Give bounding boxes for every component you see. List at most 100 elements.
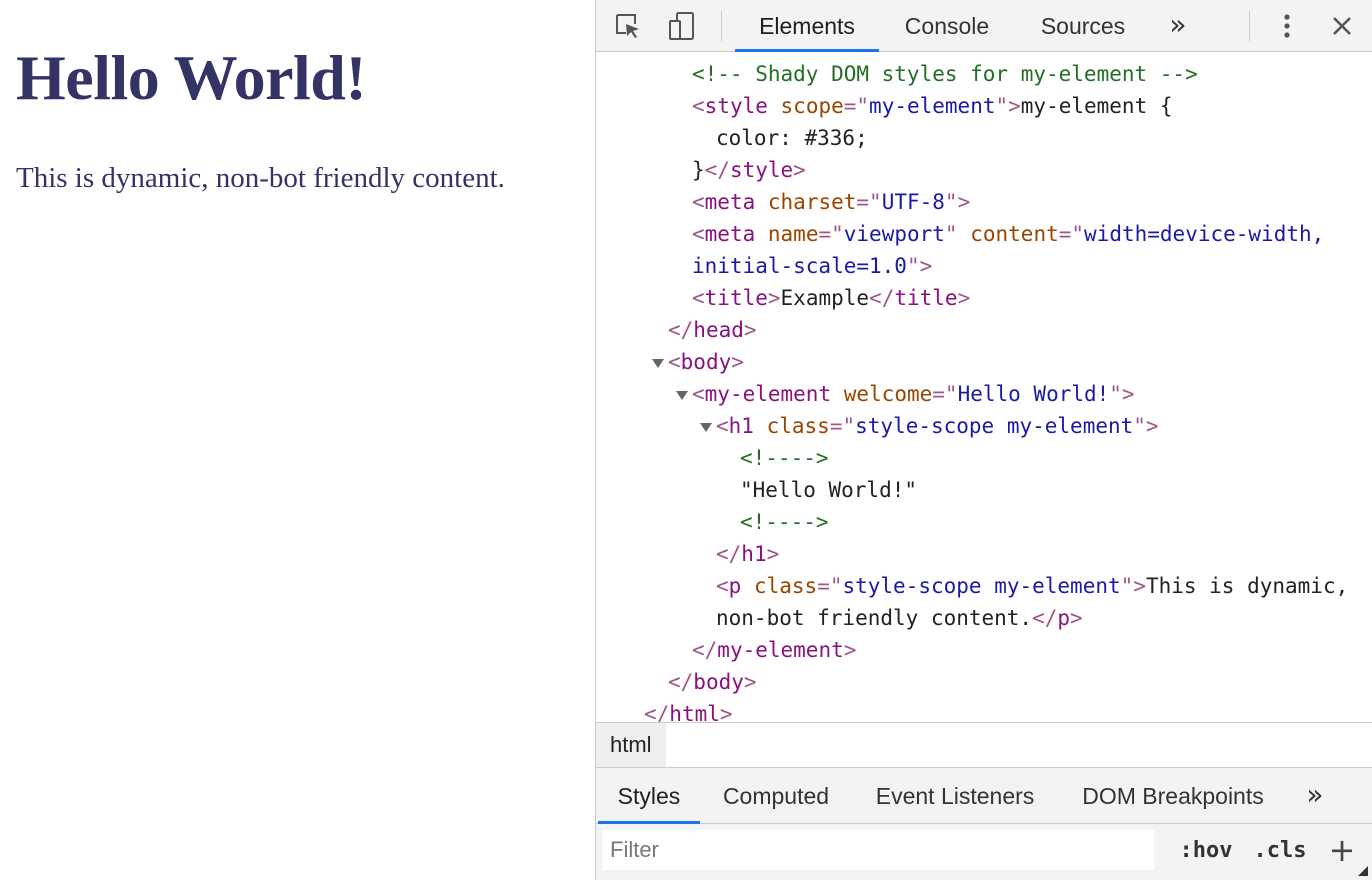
dom-node-text: <h1 class="style-scope my-element"> xyxy=(716,410,1159,442)
dom-tree[interactable]: <!-- Shady DOM styles for my-element -->… xyxy=(596,52,1372,722)
dom-token: body xyxy=(693,670,744,694)
dom-node-line[interactable]: "Hello World!" xyxy=(596,474,1372,506)
dom-token: viewport xyxy=(843,222,945,246)
dom-node-line[interactable]: <body> xyxy=(596,346,1372,378)
dom-node-text: <title>Example</title> xyxy=(692,282,970,314)
dom-node-line[interactable]: non-bot friendly content.</p> xyxy=(596,602,1372,634)
dom-token: my-element xyxy=(717,638,844,662)
dom-token: </ xyxy=(1032,606,1058,630)
dom-token: < xyxy=(668,350,681,374)
dom-token: </ xyxy=(704,158,730,182)
dom-node-text: color: #336; xyxy=(716,122,868,154)
inspect-element-icon[interactable] xyxy=(612,10,644,42)
dom-node-line[interactable]: <!----> xyxy=(596,506,1372,538)
tab-console[interactable]: Console xyxy=(884,0,1010,51)
dom-token: =" xyxy=(829,414,856,438)
dom-token: title xyxy=(704,286,768,310)
dom-token: charset xyxy=(767,190,857,214)
device-toolbar-icon[interactable] xyxy=(666,10,698,42)
dom-node-line[interactable]: </html> xyxy=(596,698,1372,722)
dom-token: welcome xyxy=(843,382,933,406)
tab-sources[interactable]: Sources xyxy=(1020,0,1146,51)
dom-token: > xyxy=(719,702,733,722)
dom-node-line[interactable]: <title>Example</title> xyxy=(596,282,1372,314)
dom-token: style xyxy=(729,158,794,182)
hov-toggle-button[interactable]: :hov xyxy=(1176,834,1236,868)
tab-elements[interactable]: Elements xyxy=(735,0,879,52)
tab-console-label: Console xyxy=(904,13,990,39)
dom-node-line[interactable]: <h1 class="style-scope my-element"> xyxy=(596,410,1372,442)
dom-token: my-element xyxy=(869,94,996,118)
expand-triangle-icon[interactable] xyxy=(700,423,712,432)
dom-token: <!----> xyxy=(740,446,829,470)
dom-node-line[interactable]: <meta name="viewport" content="width=dev… xyxy=(596,218,1372,250)
sidebar-tabs: Styles Computed Event Listeners DOM Brea… xyxy=(596,768,1372,824)
tab-event-listeners-label: Event Listeners xyxy=(875,783,1035,809)
expand-triangle-icon[interactable] xyxy=(652,359,664,368)
dom-token: </ xyxy=(668,318,694,342)
styles-filter-bar: :hov .cls + xyxy=(596,824,1372,880)
dom-token: style-scope my-element xyxy=(842,574,1121,598)
dom-node-line[interactable]: <my-element welcome="Hello World!"> xyxy=(596,378,1372,410)
dom-node-line[interactable]: <p class="style-scope my-element">This i… xyxy=(596,570,1372,602)
dom-node-line[interactable]: </my-element> xyxy=(596,634,1372,666)
dom-token xyxy=(831,382,844,406)
dom-token: "Hello World!" xyxy=(740,478,918,502)
dom-node-line[interactable]: </h1> xyxy=(596,538,1372,570)
dom-token: > xyxy=(793,158,806,182)
tab-event-listeners[interactable]: Event Listeners xyxy=(862,768,1048,823)
dom-token: "> xyxy=(995,94,1021,118)
dom-token: > xyxy=(957,286,971,310)
dom-token: <!-- Shady DOM styles for my-element --> xyxy=(692,62,1198,86)
dom-token xyxy=(741,574,754,598)
dom-node-line[interactable]: color: #336; xyxy=(596,122,1372,154)
tab-sources-label: Sources xyxy=(1040,13,1126,39)
dom-node-text: </head> xyxy=(668,314,757,346)
tab-dom-breakpoints[interactable]: DOM Breakpoints xyxy=(1068,768,1278,823)
tabs-overflow-label: » xyxy=(1169,8,1187,41)
new-style-rule-button[interactable]: + xyxy=(1324,832,1360,868)
dom-node-text: </h1> xyxy=(716,538,779,570)
dom-node-text: <meta charset="UTF-8"> xyxy=(692,186,970,218)
expand-triangle-icon[interactable] xyxy=(676,391,688,400)
subtabs-overflow-icon[interactable]: » xyxy=(1293,770,1337,821)
dom-token: name xyxy=(767,222,819,246)
cls-toggle-button[interactable]: .cls xyxy=(1250,834,1310,868)
dom-node-line[interactable]: <!-- Shady DOM styles for my-element --> xyxy=(596,58,1372,90)
dom-token: > xyxy=(843,638,857,662)
dom-token: This is dynamic, xyxy=(1145,574,1349,598)
tab-styles[interactable]: Styles xyxy=(598,768,700,824)
dom-token: > xyxy=(1070,606,1083,630)
more-options-icon[interactable] xyxy=(1271,10,1303,42)
resize-handle-icon[interactable] xyxy=(1358,866,1368,876)
dom-node-line[interactable]: }</style> xyxy=(596,154,1372,186)
dom-node-text: <body> xyxy=(668,346,744,378)
close-icon[interactable] xyxy=(1326,10,1358,42)
dom-token xyxy=(755,222,768,246)
subtabs-overflow-label: » xyxy=(1306,778,1324,811)
dom-token: Hello World! xyxy=(957,382,1110,406)
breadcrumb-item-html[interactable]: html xyxy=(596,723,666,767)
toolbar-divider xyxy=(721,11,722,41)
dom-token: < xyxy=(716,414,729,438)
dom-node-line[interactable]: <style scope="my-element">my-element { xyxy=(596,90,1372,122)
toolbar-divider-right xyxy=(1249,11,1250,41)
dom-token: non-bot friendly content. xyxy=(716,606,1033,630)
dom-node-line[interactable]: </body> xyxy=(596,666,1372,698)
dom-node-line[interactable]: <meta charset="UTF-8"> xyxy=(596,186,1372,218)
tab-computed-label: Computed xyxy=(722,783,830,809)
dom-token: < xyxy=(692,222,705,246)
dom-token: color: #336; xyxy=(716,126,868,150)
dom-node-text: </body> xyxy=(668,666,757,698)
dom-node-line[interactable]: <!----> xyxy=(596,442,1372,474)
dom-node-text: </my-element> xyxy=(692,634,856,666)
dom-token: my-element xyxy=(704,382,832,406)
styles-filter-input[interactable] xyxy=(602,830,1154,870)
tabs-overflow-icon[interactable]: » xyxy=(1156,0,1200,51)
tab-computed[interactable]: Computed xyxy=(708,768,844,823)
dom-token: =" xyxy=(932,382,958,406)
dom-token: } xyxy=(692,158,705,182)
dom-node-line[interactable]: </head> xyxy=(596,314,1372,346)
dom-node-text: <meta name="viewport" content="width=dev… xyxy=(692,218,1324,250)
dom-node-line[interactable]: initial-scale=1.0"> xyxy=(596,250,1372,282)
